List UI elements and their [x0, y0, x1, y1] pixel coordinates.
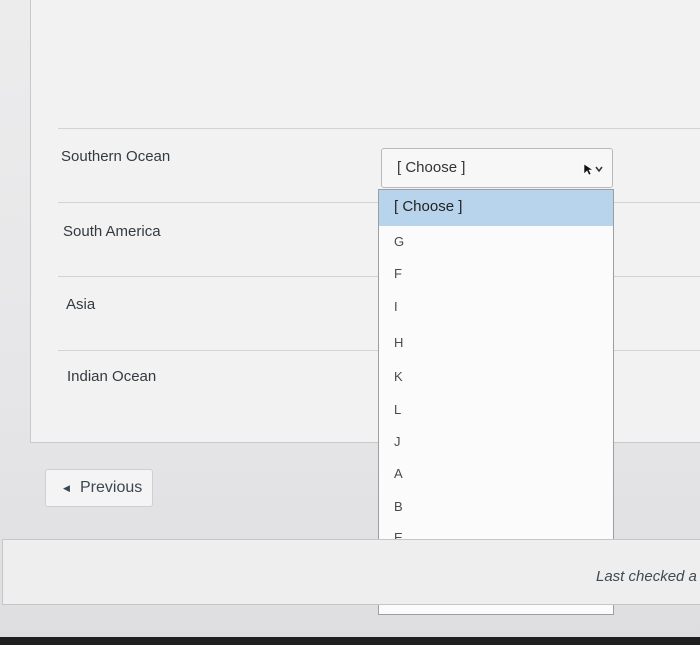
answer-select[interactable]: [ Choose ]: [381, 148, 613, 188]
last-checked-status: Last checked a: [596, 568, 697, 585]
chevron-left-icon: ◀: [63, 483, 70, 493]
match-item-label: Asia: [66, 296, 96, 313]
match-item-label: Southern Ocean: [61, 148, 171, 165]
divider: [58, 128, 700, 129]
previous-button[interactable]: ◀ Previous: [45, 469, 153, 507]
previous-button-label: Previous: [80, 479, 143, 496]
screen-bezel: [0, 637, 700, 645]
match-item-label: Indian Ocean: [67, 368, 157, 385]
answer-select-value: [ Choose ]: [397, 159, 466, 176]
mouse-pointer-icon: [583, 163, 603, 176]
quiz-screen: Southern Ocean South America Asia Indian…: [0, 0, 700, 645]
match-item-label: South America: [63, 223, 161, 240]
dropdown-option-choose[interactable]: [ Choose ]: [379, 190, 613, 226]
